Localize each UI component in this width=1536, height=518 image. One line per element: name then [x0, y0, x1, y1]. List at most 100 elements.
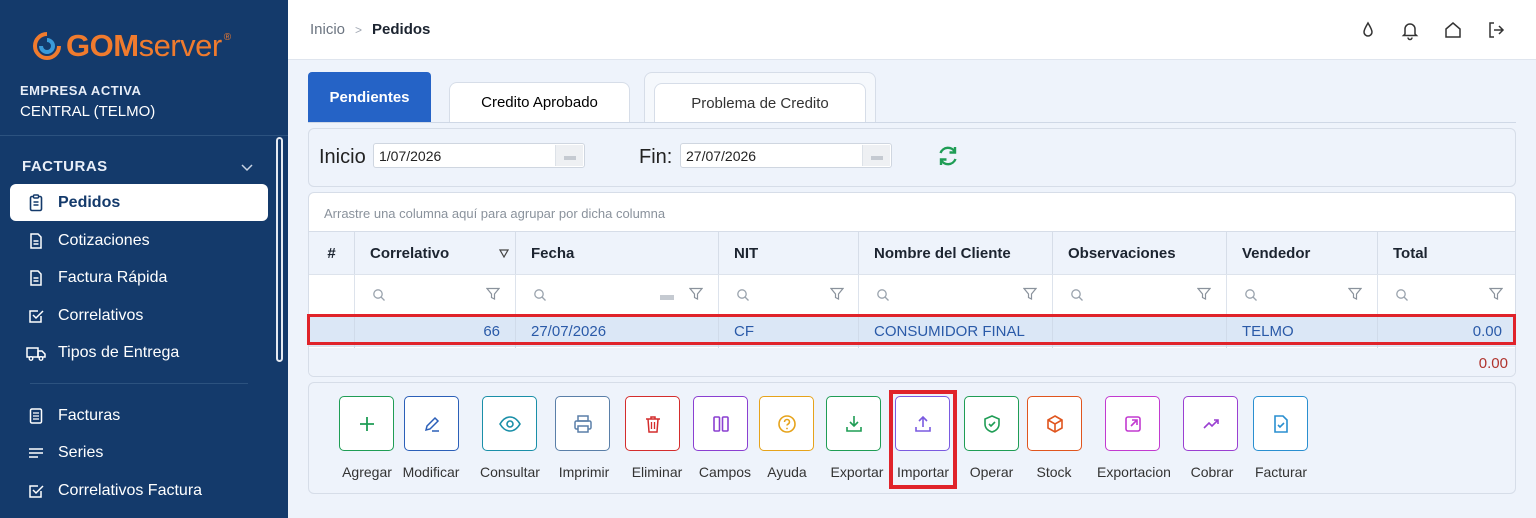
- column-header-observaciones[interactable]: Observaciones: [1052, 232, 1226, 275]
- help-button[interactable]: [759, 396, 814, 451]
- delete-button-label: Eliminar: [631, 464, 683, 480]
- tab-credito-aprobado[interactable]: Credito Aprobado: [443, 72, 636, 122]
- cell-nit[interactable]: CF: [718, 315, 858, 348]
- tab-problema-credito[interactable]: Problema de Credito: [644, 72, 876, 123]
- print-button[interactable]: [555, 396, 610, 451]
- columns-button[interactable]: [693, 396, 748, 451]
- cell-observaciones[interactable]: [1052, 315, 1226, 348]
- document-icon: [26, 268, 46, 288]
- drop-icon[interactable]: [1357, 19, 1379, 41]
- grid-filter-row: [309, 274, 1515, 315]
- filter-icon[interactable]: [830, 287, 844, 301]
- filter-cell-fecha[interactable]: [515, 275, 718, 315]
- divider: [0, 135, 288, 136]
- exportacion-button[interactable]: [1105, 396, 1160, 451]
- calendar-dropdown-icon[interactable]: [660, 295, 674, 300]
- stock-button[interactable]: [1027, 396, 1082, 451]
- filter-icon[interactable]: [486, 287, 500, 301]
- start-date-input[interactable]: 1/07/2026: [373, 143, 585, 168]
- chevron-right-icon: >: [355, 22, 363, 37]
- end-date-label: Fin:: [639, 146, 673, 168]
- operate-button[interactable]: [964, 396, 1019, 451]
- column-label: Correlativo: [370, 245, 450, 262]
- sidebar-item-pedidos[interactable]: Pedidos: [10, 184, 268, 221]
- column-header-total[interactable]: Total: [1377, 232, 1515, 275]
- table-row[interactable]: 66 27/07/2026 CF CONSUMIDOR FINAL TELMO …: [309, 314, 1515, 348]
- filter-cell-nit[interactable]: [718, 275, 858, 315]
- doc-check-icon: [1273, 414, 1288, 433]
- import-button[interactable]: [895, 396, 950, 451]
- print-button-label: Imprimir: [558, 464, 610, 480]
- tab-label: Credito Aprobado: [481, 94, 598, 111]
- sidebar-item-correlativos-factura[interactable]: Correlativos Factura: [10, 472, 268, 509]
- column-header-index[interactable]: #: [309, 232, 354, 275]
- filter-cell-observaciones[interactable]: [1052, 275, 1226, 315]
- breadcrumb-home[interactable]: Inicio: [310, 21, 345, 38]
- column-header-nit[interactable]: NIT: [718, 232, 858, 275]
- summary-total: 0.00: [1478, 355, 1508, 372]
- filter-cell-cliente[interactable]: [858, 275, 1052, 315]
- column-header-vendedor[interactable]: Vendedor: [1226, 232, 1377, 275]
- cell-vendedor[interactable]: TELMO: [1226, 315, 1377, 348]
- cell-cliente[interactable]: CONSUMIDOR FINAL: [858, 315, 1052, 348]
- cell-total[interactable]: 0.00: [1377, 315, 1515, 348]
- action-toolbar: Agregar Modificar Consultar Imprimir Eli…: [308, 382, 1516, 494]
- sidebar-scrollbar[interactable]: [276, 137, 283, 362]
- sidebar-item-series[interactable]: Series: [10, 434, 268, 471]
- edit-button[interactable]: [404, 396, 459, 451]
- sidebar-item-label: Pedidos: [58, 193, 121, 211]
- breadcrumb: Inicio > Pedidos: [310, 21, 430, 38]
- operate-button-label: Operar: [969, 464, 1014, 480]
- filter-cell-total[interactable]: [1377, 275, 1515, 315]
- brand-logo: GOMserver ®: [32, 28, 231, 64]
- grid-summary-row: 0.00: [309, 348, 1515, 376]
- filter-icon[interactable]: [1489, 287, 1503, 301]
- stock-button-label: Stock: [1036, 464, 1072, 480]
- calendar-dropdown-icon[interactable]: [555, 145, 583, 166]
- shield-icon: [983, 414, 1000, 433]
- sidebar-item-cotizaciones[interactable]: Cotizaciones: [10, 222, 268, 259]
- empresa-name[interactable]: CENTRAL (TELMO): [20, 103, 155, 120]
- chevron-down-icon[interactable]: [240, 160, 254, 174]
- columns-button-label: Campos: [698, 464, 752, 480]
- search-icon: [1245, 289, 1257, 301]
- import-button-label: Importar: [896, 464, 950, 480]
- refresh-icon[interactable]: [935, 143, 961, 169]
- end-date-input[interactable]: 27/07/2026: [680, 143, 892, 168]
- logo-mark-icon: [33, 32, 61, 60]
- filter-icon[interactable]: [689, 287, 703, 301]
- filter-icon[interactable]: [1197, 287, 1211, 301]
- cell-correlativo[interactable]: 66: [354, 315, 515, 348]
- logo-bold: GOM: [66, 28, 139, 63]
- sidebar-item-correlativos[interactable]: Correlativos: [10, 297, 268, 334]
- filter-cell-correlativo[interactable]: [354, 275, 515, 315]
- sidebar-item-tipos-entrega[interactable]: Tipos de Entrega: [10, 334, 268, 371]
- sidebar-item-facturas[interactable]: Facturas: [10, 397, 268, 434]
- invoice-button[interactable]: [1253, 396, 1308, 451]
- column-header-correlativo[interactable]: Correlativo: [354, 232, 515, 275]
- view-button[interactable]: [482, 396, 537, 451]
- tab-pendientes[interactable]: Pendientes: [308, 72, 431, 122]
- home-icon[interactable]: [1442, 19, 1464, 41]
- delete-button[interactable]: [625, 396, 680, 451]
- sidebar-item-factura-rapida[interactable]: Factura Rápida: [10, 259, 268, 296]
- cell-fecha[interactable]: 27/07/2026: [515, 315, 718, 348]
- grid-header-row: # Correlativo Fecha NIT Nombre del Clien…: [309, 231, 1515, 275]
- filter-cell-vendedor[interactable]: [1226, 275, 1377, 315]
- section-title[interactable]: FACTURAS: [22, 158, 108, 175]
- collect-button[interactable]: [1183, 396, 1238, 451]
- calendar-dropdown-icon[interactable]: [862, 145, 890, 166]
- bell-icon[interactable]: [1399, 19, 1421, 41]
- empresa-label: EMPRESA ACTIVA: [20, 83, 142, 98]
- sort-descending-icon[interactable]: [499, 249, 509, 258]
- filter-icon[interactable]: [1023, 287, 1037, 301]
- column-header-cliente[interactable]: Nombre del Cliente: [858, 232, 1052, 275]
- filter-icon[interactable]: [1348, 287, 1362, 301]
- logout-icon[interactable]: [1485, 19, 1507, 41]
- add-button[interactable]: [339, 396, 394, 451]
- trash-icon: [645, 415, 660, 433]
- plus-icon: [359, 416, 374, 431]
- column-header-fecha[interactable]: Fecha: [515, 232, 718, 275]
- export-button[interactable]: [826, 396, 881, 451]
- top-header: Inicio > Pedidos: [288, 0, 1536, 60]
